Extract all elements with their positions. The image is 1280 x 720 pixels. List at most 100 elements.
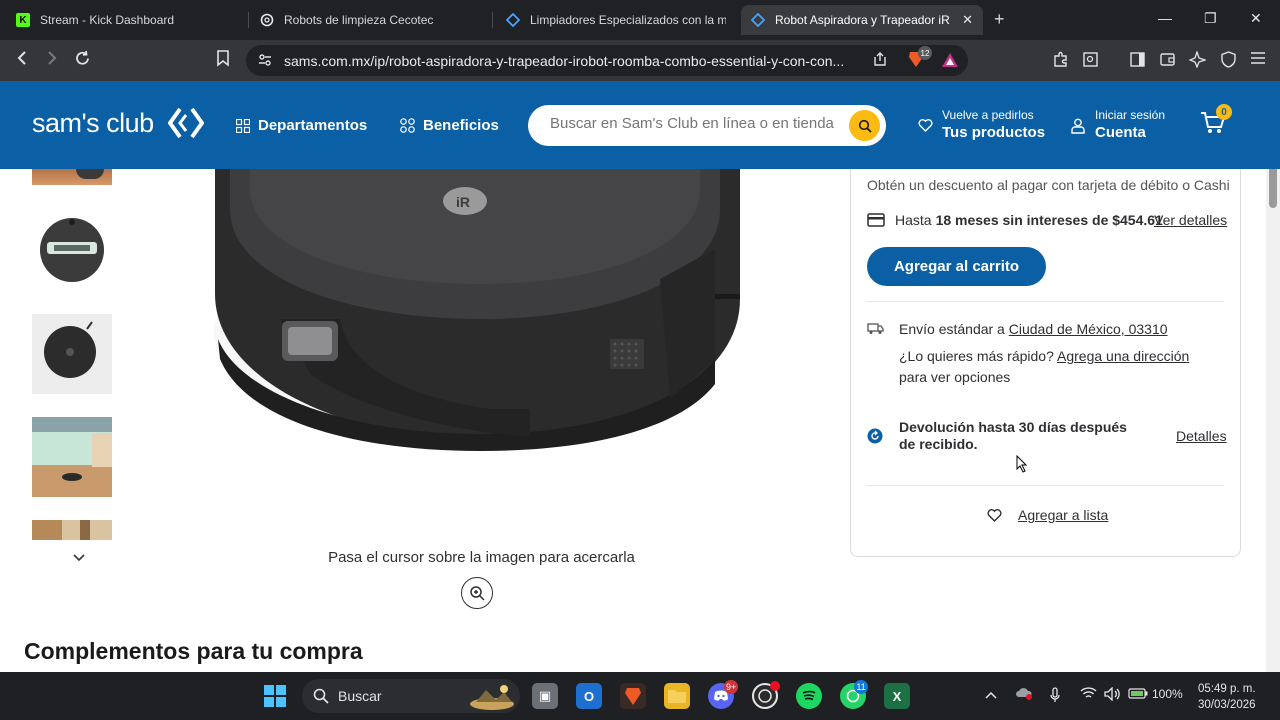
volume-icon[interactable]: [1104, 686, 1121, 704]
forward-icon[interactable]: [45, 50, 59, 71]
new-tab-icon[interactable]: +: [994, 9, 1005, 30]
brave-rewards-icon[interactable]: [941, 52, 959, 72]
thumbnail-5[interactable]: [32, 520, 112, 540]
wifi-icon[interactable]: [1080, 687, 1097, 703]
back-icon[interactable]: [15, 50, 29, 71]
tab-title: Robot Aspiradora y Trapeador iR: [775, 13, 950, 27]
truck-icon: [867, 322, 884, 340]
tray-overflow-icon[interactable]: [985, 687, 997, 702]
close-tab-icon[interactable]: ✕: [962, 12, 973, 28]
faster-shipping-suffix: para ver opciones: [899, 369, 1011, 385]
returns-details-link[interactable]: Detalles: [1176, 428, 1227, 444]
reorder-link[interactable]: Vuelve a pedirlos Tus productos: [918, 108, 1045, 141]
tab-title: Robots de limpieza Cecotec: [284, 13, 434, 27]
file-explorer-icon[interactable]: [664, 683, 690, 709]
tab-title: Stream - Kick Dashboard: [40, 13, 175, 27]
mouse-cursor: [1016, 454, 1028, 478]
microphone-icon[interactable]: [1050, 687, 1060, 706]
search-input[interactable]: [550, 115, 840, 132]
taskbar-search-label: Buscar: [338, 688, 382, 704]
tab-limpiadores[interactable]: Limpiadores Especializados con la me: [496, 5, 736, 35]
excel-icon[interactable]: X: [884, 683, 910, 709]
whatsapp-notification-badge: 11: [854, 680, 868, 694]
departments-menu[interactable]: Departamentos: [236, 117, 367, 134]
tab-robots-cecotec[interactable]: Robots de limpieza Cecotec: [250, 5, 486, 35]
menu-icon[interactable]: [1250, 51, 1266, 69]
faster-shipping-prefix: ¿Lo quieres más rápido?: [899, 348, 1054, 364]
search-button[interactable]: [849, 110, 880, 141]
windows-start-icon[interactable]: [264, 685, 286, 712]
shipping-prefix: Envío estándar a: [899, 321, 1005, 337]
tab-robot-aspiradora[interactable]: Robot Aspiradora y Trapeador iR ✕: [741, 5, 983, 35]
reorder-small-label: Vuelve a pedirlos: [942, 108, 1034, 122]
page-scrollbar[interactable]: [1266, 140, 1280, 672]
sams-club-logo[interactable]: sam's club: [32, 108, 154, 139]
onedrive-icon[interactable]: [1015, 686, 1033, 703]
shipping-location-link[interactable]: Ciudad de México, 03310: [1009, 321, 1168, 337]
share-icon[interactable]: [872, 51, 888, 71]
battery-icon[interactable]: [1128, 687, 1148, 702]
account-big-label: Cuenta: [1095, 124, 1146, 141]
site-header: sam's club Departamentos Beneficios Busc…: [0, 81, 1280, 169]
site-info-icon[interactable]: [258, 53, 272, 72]
add-address-link[interactable]: Agrega una dirección: [1057, 348, 1189, 364]
product-main-image[interactable]: iR: [160, 169, 800, 539]
installments-amount: 18 meses sin intereses de $454.61: [935, 212, 1163, 228]
clock-date: 30/03/2026: [1198, 699, 1256, 711]
extensions-icon[interactable]: [1052, 51, 1069, 72]
benefits-label: Beneficios: [423, 117, 499, 134]
kick-icon: K: [16, 13, 30, 27]
search-icon: [858, 119, 872, 133]
reload-icon[interactable]: [74, 50, 91, 72]
account-link[interactable]: Iniciar sesión Cuenta: [1071, 108, 1165, 141]
return-icon: [867, 428, 883, 449]
taskbar-search[interactable]: Buscar: [302, 679, 520, 713]
code-icon: [506, 13, 520, 27]
tab-title: Limpiadores Especializados con la me: [530, 13, 726, 27]
shipping-info: Envío estándar a Ciudad de México, 03310: [899, 321, 1168, 337]
cart-count-badge: 0: [1216, 104, 1232, 120]
bookmark-icon[interactable]: [216, 50, 230, 72]
thumbnail-2[interactable]: [32, 210, 112, 290]
minimize-icon[interactable]: —: [1158, 10, 1172, 26]
faster-shipping-info: ¿Lo quieres más rápido? Agrega una direc…: [899, 346, 1219, 388]
zoom-hint-text: Pasa el cursor sobre la imagen para acer…: [328, 549, 635, 566]
returns-policy-text: Devolución hasta 30 días después de reci…: [899, 419, 1127, 452]
search-highlight-icon: [470, 685, 514, 710]
browser-nav-bar: sams.com.mx/ip/robot-aspiradora-y-trapea…: [0, 40, 1280, 81]
system-clock[interactable]: 05:49 p. m. 30/03/2026: [1198, 681, 1256, 713]
restore-icon[interactable]: ❐: [1204, 10, 1217, 27]
chatgpt-icon: [260, 13, 274, 27]
installments-prefix: Hasta: [895, 212, 932, 228]
spotify-icon[interactable]: [796, 683, 822, 709]
add-to-cart-button[interactable]: Agregar al carrito: [867, 247, 1046, 286]
divider: [867, 485, 1224, 486]
debit-discount-text: Obtén un descuento al pagar con tarjeta …: [867, 177, 1230, 193]
close-window-icon[interactable]: ✕: [1250, 10, 1262, 27]
divider: [867, 301, 1224, 302]
url-text: sams.com.mx/ip/robot-aspiradora-y-trapea…: [284, 53, 845, 69]
address-bar[interactable]: sams.com.mx/ip/robot-aspiradora-y-trapea…: [246, 45, 968, 76]
zoom-button[interactable]: [461, 577, 493, 609]
svg-text:iR: iR: [456, 194, 470, 210]
tab-separator: [248, 12, 249, 28]
obs-recording-dot: [770, 681, 780, 691]
benefits-menu[interactable]: Beneficios: [400, 117, 499, 134]
brave-browser-icon[interactable]: [620, 683, 646, 709]
wallet-icon[interactable]: [1159, 51, 1176, 72]
outlook-icon[interactable]: O: [576, 683, 602, 709]
reader-mode-icon[interactable]: [1082, 51, 1099, 72]
search-icon: [313, 688, 329, 704]
thumbnail-3[interactable]: [32, 314, 112, 394]
thumbnail-4[interactable]: [32, 417, 112, 497]
leo-ai-icon[interactable]: [1188, 49, 1208, 72]
windows-taskbar: Buscar ▣ O 9+ 11 X 100% 05:49 p. m. 30/0…: [0, 672, 1280, 720]
heart-icon[interactable]: [987, 509, 1002, 527]
add-to-list-link[interactable]: Agregar a lista: [1018, 507, 1108, 523]
installments-details-link[interactable]: Ver detalles: [1154, 212, 1227, 228]
tab-kick-dashboard[interactable]: K Stream - Kick Dashboard: [6, 5, 242, 35]
sidebar-icon[interactable]: [1129, 51, 1146, 72]
thumbnail-1[interactable]: [32, 169, 112, 185]
task-view-icon[interactable]: ▣: [532, 683, 558, 709]
vpn-icon[interactable]: [1220, 51, 1237, 72]
